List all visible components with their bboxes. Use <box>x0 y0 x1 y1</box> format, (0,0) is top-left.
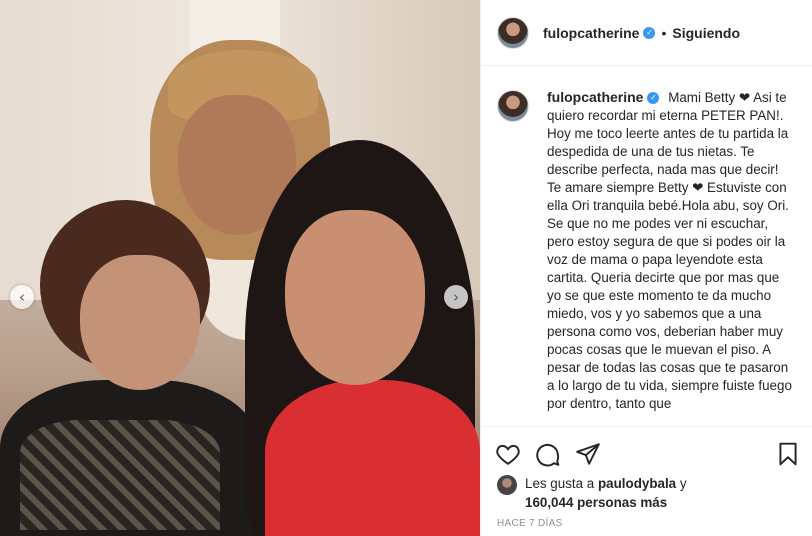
likes-connector: y <box>679 476 687 491</box>
header-separator: • <box>661 24 667 41</box>
header-username[interactable]: fulopcatherine <box>543 25 639 41</box>
post-photo[interactable]: ‹ › <box>0 0 480 536</box>
carousel-next-button[interactable]: › <box>444 285 468 309</box>
liker-avatar[interactable] <box>497 475 517 495</box>
comment-button[interactable] <box>535 441 561 467</box>
person-right-clothing <box>265 380 480 536</box>
likes-summary: Les gusta a paulodybala y 160,044 person… <box>497 474 687 512</box>
heart-icon <box>496 444 520 465</box>
likes-count[interactable]: 160,044 personas más <box>525 495 667 510</box>
chevron-left-icon: ‹ <box>19 287 25 306</box>
share-icon <box>576 443 600 465</box>
like-button[interactable] <box>495 441 521 467</box>
bookmark-icon <box>779 442 797 466</box>
post-side-panel: fulopcatherine ✓ • Siguiendo fulopcather… <box>480 0 812 536</box>
carousel-prev-button[interactable]: ‹ <box>10 285 34 309</box>
person-right-face <box>285 210 425 385</box>
caption-avatar[interactable] <box>497 90 529 122</box>
likes-prefix: Les gusta a <box>525 476 595 491</box>
person-left-pattern <box>20 420 220 530</box>
verified-badge-icon: ✓ <box>643 26 656 39</box>
caption: fulopcatherine ✓ Mami Betty ❤ Asi te quie… <box>547 88 795 426</box>
caption-text: Mami Betty ❤ Asi te quiero recordar mi e… <box>547 90 792 411</box>
share-button[interactable] <box>575 441 601 467</box>
post-timestamp[interactable]: HACE 7 DÍAS <box>497 518 563 529</box>
caption-username[interactable]: fulopcatherine <box>547 89 643 105</box>
following-button[interactable]: Siguiendo <box>672 25 740 41</box>
save-button[interactable] <box>775 441 801 467</box>
avatar[interactable] <box>497 16 529 49</box>
verified-badge-icon: ✓ <box>647 92 660 105</box>
action-bar <box>481 426 812 478</box>
caption-block: fulopcatherine ✓ Mami Betty ❤ Asi te quie… <box>497 88 797 426</box>
person-left-face <box>80 255 200 390</box>
comment-icon <box>536 443 560 467</box>
post-header: fulopcatherine ✓ • Siguiendo <box>481 0 812 66</box>
chevron-right-icon: › <box>453 287 459 306</box>
liked-by-username[interactable]: paulodybala <box>598 476 676 491</box>
